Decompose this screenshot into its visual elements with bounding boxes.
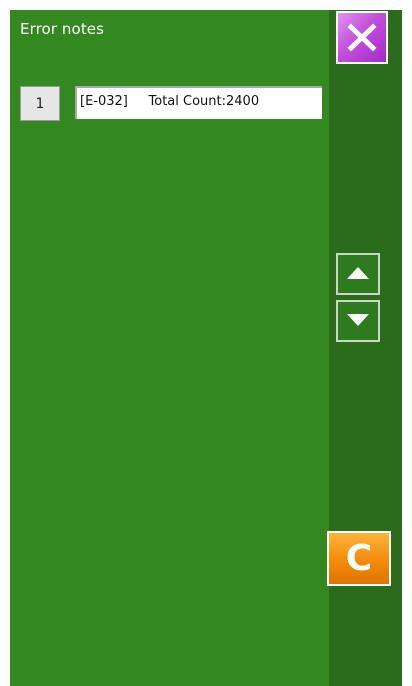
page-title: Error notes — [20, 20, 105, 38]
list-item-number-button[interactable]: 1 — [20, 86, 60, 121]
arrow-up-icon — [347, 267, 369, 279]
main-panel: Error notes 1 [E-032] Total Count:2400 — [10, 10, 329, 686]
scroll-up-button[interactable] — [336, 253, 380, 295]
list-item-error-entry[interactable]: [E-032] Total Count:2400 — [75, 86, 322, 119]
arrow-down-icon — [347, 314, 369, 326]
scroll-down-button[interactable] — [336, 300, 380, 342]
close-icon — [347, 23, 377, 52]
clear-button[interactable]: C — [327, 531, 391, 586]
close-button[interactable] — [336, 11, 388, 64]
